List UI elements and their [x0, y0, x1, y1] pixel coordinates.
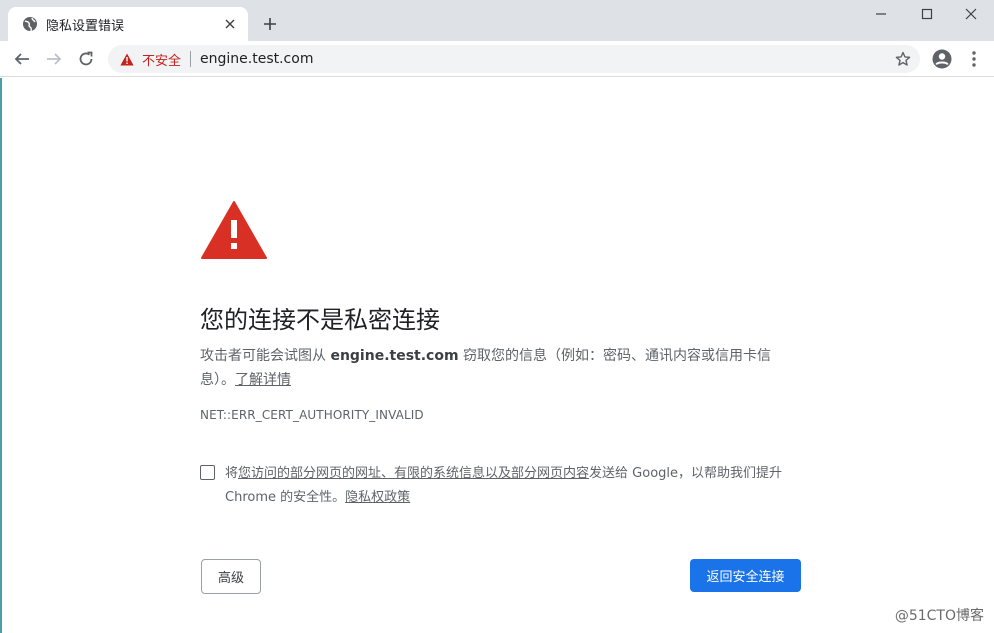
security-status[interactable]: 不安全: [142, 50, 181, 69]
desc-host: engine.test.com: [330, 348, 459, 364]
reload-icon[interactable]: [72, 45, 100, 73]
window-close-icon[interactable]: [948, 0, 994, 28]
error-description: 攻击者可能会试图从 engine.test.com 窃取您的信息（例如：密码、通…: [200, 344, 800, 392]
address-bar[interactable]: 不安全 engine.test.com: [108, 45, 920, 73]
url-text[interactable]: engine.test.com: [200, 51, 313, 67]
omnibox-divider: [190, 51, 192, 67]
optin-data-link[interactable]: 您访问的部分网页的网址、有限的系统信息以及部分网页内容: [238, 466, 589, 481]
optin-checkbox[interactable]: [200, 465, 215, 480]
maximize-icon[interactable]: [904, 0, 950, 28]
warning-icon: [120, 52, 134, 66]
forward-icon[interactable]: [40, 45, 68, 73]
menu-kebab-icon[interactable]: [962, 47, 986, 71]
desc-text-before: 攻击者可能会试图从: [200, 348, 331, 364]
globe-icon: [22, 16, 38, 32]
advanced-button[interactable]: 高级: [201, 559, 261, 594]
close-tab-icon[interactable]: [222, 16, 238, 32]
error-code: NET::ERR_CERT_AUTHORITY_INVALID: [200, 408, 424, 422]
new-tab-icon[interactable]: [258, 12, 282, 36]
learn-more-link[interactable]: 了解详情: [235, 372, 291, 388]
tab-title: 隐私设置错误: [46, 18, 125, 34]
privacy-policy-link[interactable]: 隐私权政策: [345, 490, 410, 505]
profile-avatar-icon[interactable]: [930, 47, 954, 71]
tab-active[interactable]: 隐私设置错误: [8, 7, 248, 41]
danger-triangle-icon: [200, 200, 268, 260]
page-title: 您的连接不是私密连接: [200, 306, 440, 334]
watermark-text: @51CTO博客: [894, 608, 984, 624]
minimize-icon[interactable]: [858, 0, 904, 28]
back-icon[interactable]: [8, 45, 36, 73]
optin-text-before: 将: [225, 466, 239, 481]
bookmark-star-icon[interactable]: [894, 50, 912, 68]
safe-browsing-optin: 将您访问的部分网页的网址、有限的系统信息以及部分网页内容发送给 Google，以…: [200, 462, 800, 510]
tab-strip: 隐私设置错误: [0, 0, 994, 41]
optin-text: 将您访问的部分网页的网址、有限的系统信息以及部分网页内容发送给 Google，以…: [225, 462, 800, 510]
interstitial-page: 您的连接不是私密连接 攻击者可能会试图从 engine.test.com 窃取您…: [0, 78, 994, 633]
toolbar: 不安全 engine.test.com: [0, 41, 994, 77]
back-to-safety-button[interactable]: 返回安全连接: [690, 559, 801, 592]
